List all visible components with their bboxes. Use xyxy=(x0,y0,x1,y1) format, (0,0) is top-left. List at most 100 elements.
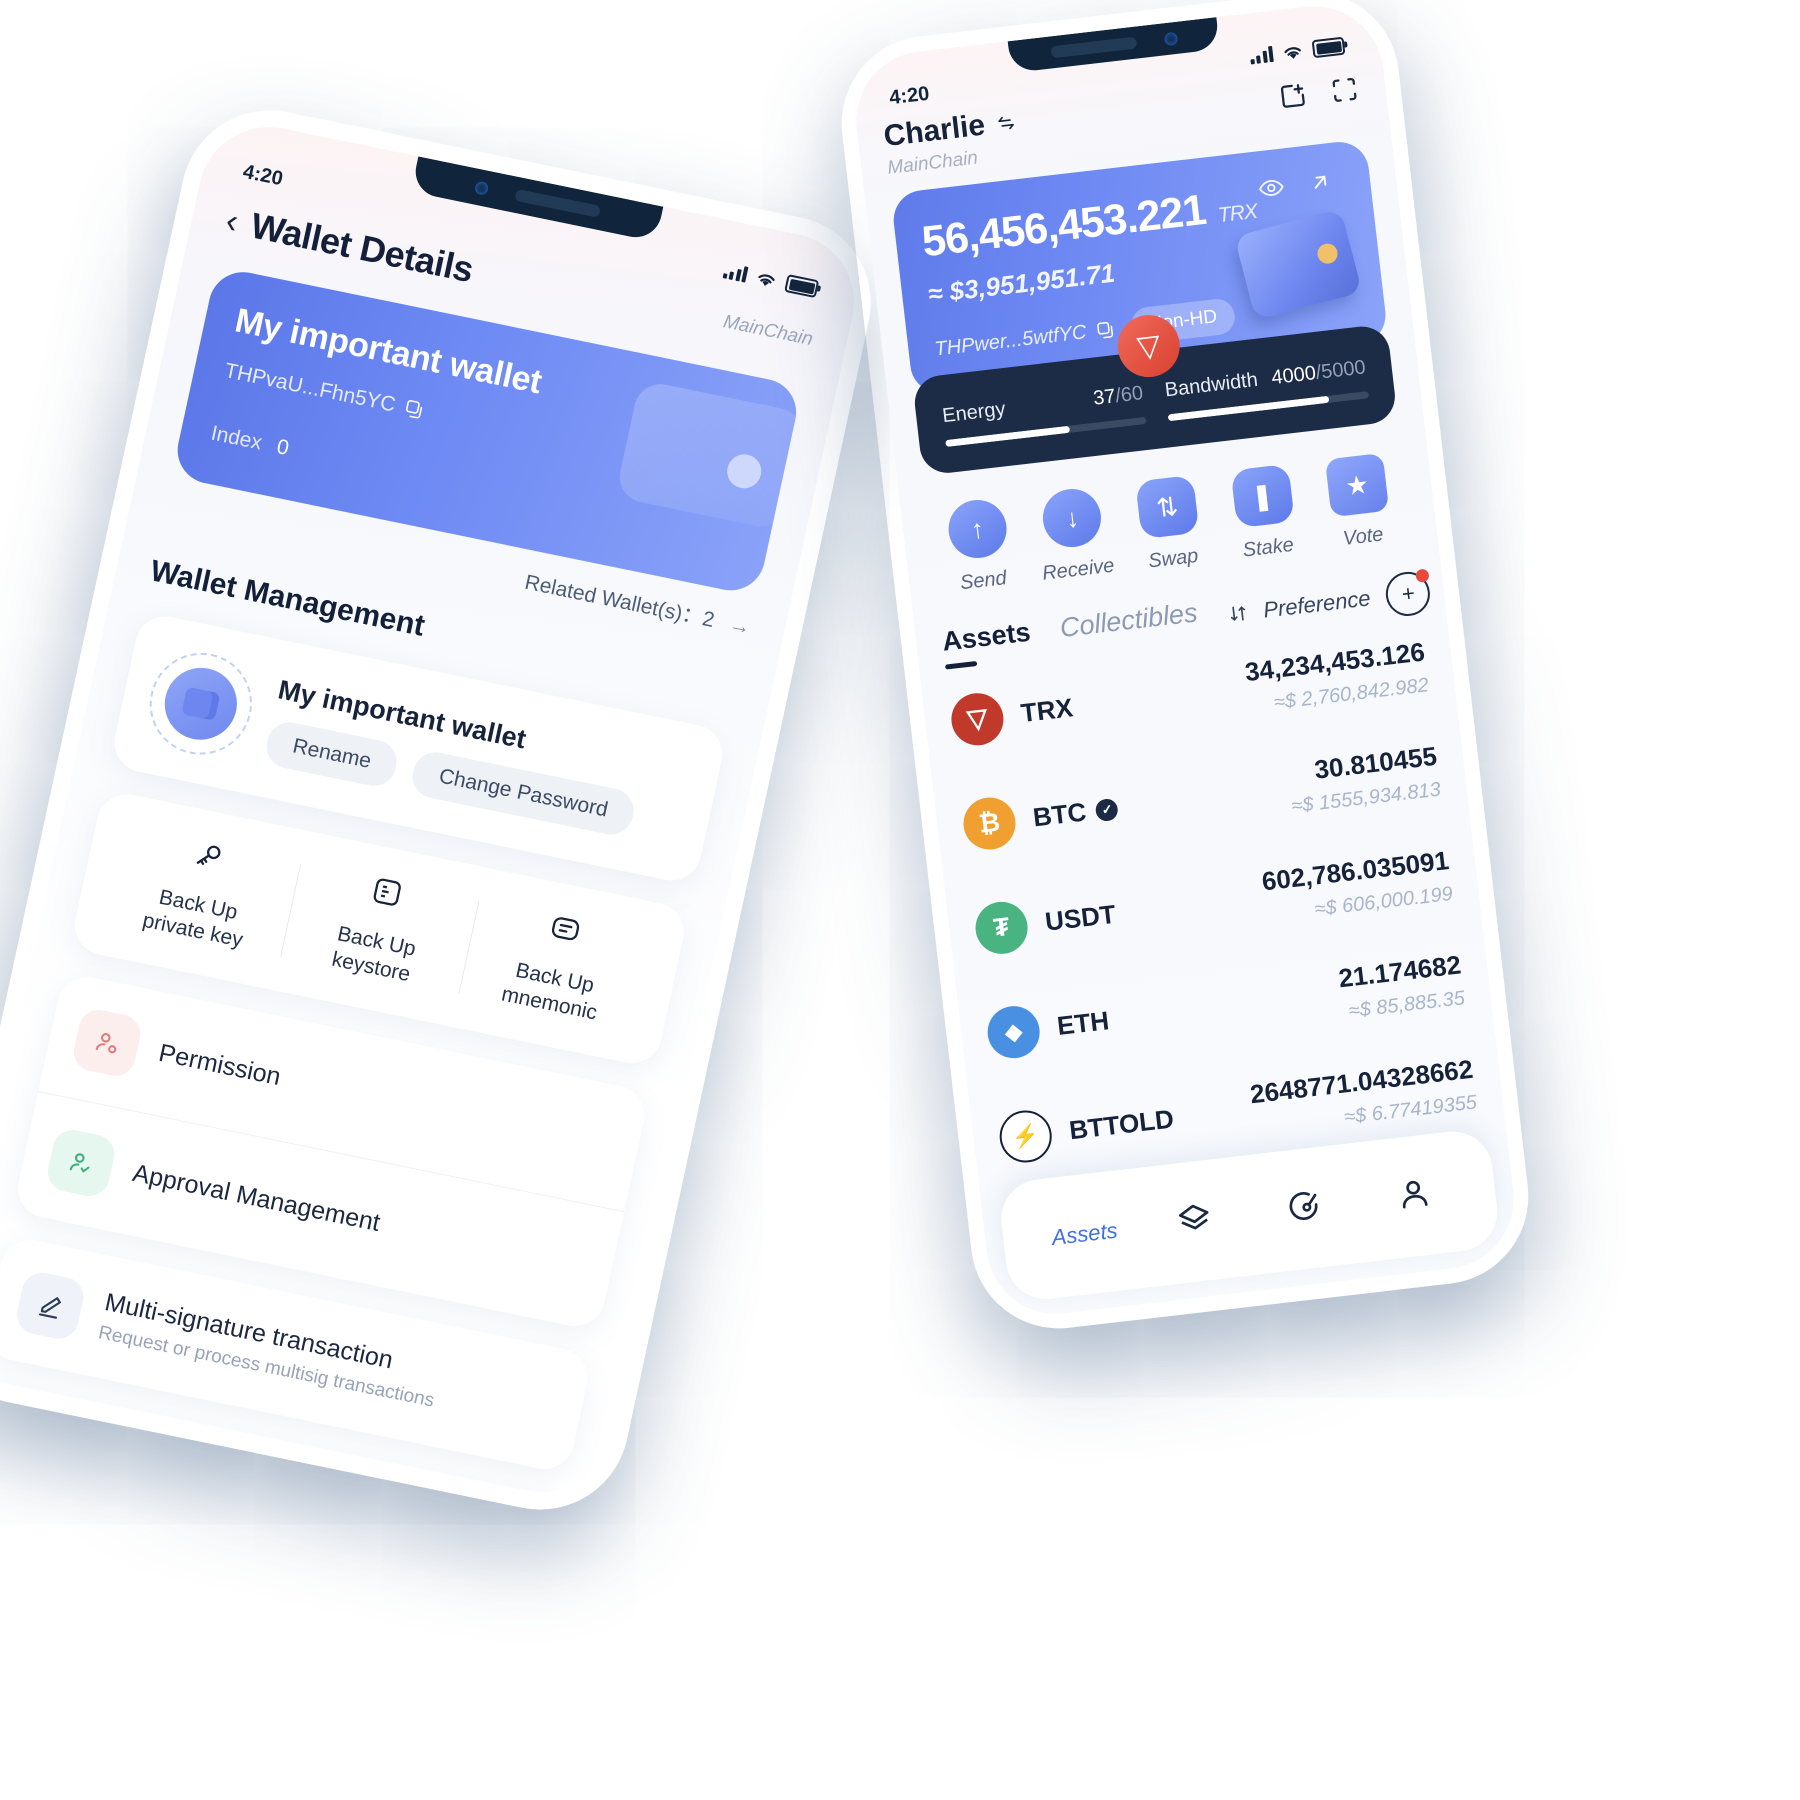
copy-icon[interactable] xyxy=(1095,319,1116,340)
bittorrent-icon: ⚡ xyxy=(996,1107,1055,1165)
earpiece-speaker xyxy=(513,188,601,218)
arrow-up-icon: ↑ xyxy=(945,496,1010,562)
rename-button[interactable]: Rename xyxy=(262,717,402,790)
front-camera-icon xyxy=(473,179,489,196)
bandwidth-used: 4000 xyxy=(1270,362,1318,390)
action-send-label: Send xyxy=(958,567,1008,595)
arrow-up-right-icon[interactable] xyxy=(1307,169,1334,202)
bandwidth-value: 4000/5000 xyxy=(1270,356,1367,390)
asset-symbol: BTTOLD xyxy=(1067,1103,1176,1146)
preference-label: Preference xyxy=(1261,585,1372,623)
verified-badge-icon: ✓ xyxy=(1094,797,1120,822)
layers-icon xyxy=(1178,1204,1209,1229)
energy-used: 37 xyxy=(1092,385,1117,410)
bottom-nav-explore[interactable] xyxy=(1247,1180,1362,1237)
menu-label-approval-management: Approval Management xyxy=(130,1159,383,1238)
right-phone-device: 4:20 Charlie MainChain 56,456,453.221 TR… xyxy=(832,0,1538,1338)
link-icon xyxy=(0,1411,57,1485)
header-actions xyxy=(1275,65,1361,112)
bottom-nav-layers[interactable] xyxy=(1137,1193,1252,1250)
battery-icon xyxy=(784,274,820,299)
asset-values: 21.174682 ≈$ 85,885.35 xyxy=(1337,949,1466,1024)
wallet-index-label: Index xyxy=(208,421,265,455)
action-vote-label: Vote xyxy=(1341,523,1385,550)
action-receive[interactable]: ↓ Receive xyxy=(1022,484,1128,587)
approval-user-check-icon xyxy=(44,1126,119,1200)
menu-label-permission: Permission xyxy=(156,1038,284,1092)
left-phone-device: 4:20 ‹ Wallet Details MainChain My impor… xyxy=(0,95,887,1526)
switch-account-icon[interactable] xyxy=(994,112,1018,134)
asset-values: 602,786.035091 ≈$ 606,000.199 xyxy=(1260,845,1454,927)
explore-icon xyxy=(1289,1191,1318,1220)
bottom-nav-assets-label: Assets xyxy=(1050,1217,1119,1251)
status-icons xyxy=(722,261,820,299)
wallet-index-value: 0 xyxy=(274,435,292,460)
asset-symbol: TRX xyxy=(1019,692,1075,729)
wallet-home-screen: 4:20 Charlie MainChain 56,456,453.221 TR… xyxy=(848,0,1522,1322)
tether-icon: ₮ xyxy=(972,898,1031,957)
status-time: 4:20 xyxy=(888,82,931,109)
wallet-avatar-icon[interactable] xyxy=(140,643,262,764)
eye-icon[interactable] xyxy=(1257,177,1286,206)
arrow-down-icon: ↓ xyxy=(1040,485,1105,551)
wallet-details-screen: 4:20 ‹ Wallet Details MainChain My impor… xyxy=(0,114,868,1506)
asset-symbol: BTC ✓ xyxy=(1031,793,1120,834)
asset-symbol: USDT xyxy=(1043,898,1118,937)
swap-icon: ⇅ xyxy=(1135,474,1200,540)
action-swap-label: Swap xyxy=(1147,544,1200,573)
add-box-icon[interactable] xyxy=(1276,79,1309,112)
chain-label: MainChain xyxy=(721,311,815,351)
asset-fiat: ≈$ 85,885.35 xyxy=(1347,987,1466,1023)
energy-label: Energy xyxy=(941,398,1007,428)
ticket-icon: ★ xyxy=(1325,452,1390,518)
notification-dot xyxy=(1415,568,1430,583)
bandwidth-total: /5000 xyxy=(1314,356,1367,384)
wallet-address: THPwer...5wtfYC xyxy=(933,320,1088,361)
wallet-address-copy[interactable]: THPwer...5wtfYC xyxy=(933,317,1116,361)
asset-values: 30.810455 ≈$ 1555,934.813 xyxy=(1286,741,1442,819)
backup-keystore-button[interactable]: Back Up keystore xyxy=(279,858,480,999)
bottom-nav-profile[interactable] xyxy=(1356,1168,1471,1225)
scan-qr-icon[interactable] xyxy=(1328,73,1361,106)
action-stake-label: Stake xyxy=(1241,533,1295,562)
ethereum-icon: ◆ xyxy=(984,1002,1043,1061)
quick-actions: ↑ Send ↓ Receive ⇅ Swap ❚ Stake ★ Vote xyxy=(927,451,1413,598)
action-vote[interactable]: ★ Vote xyxy=(1306,451,1412,554)
resource-energy[interactable]: Energy 37/60 xyxy=(941,382,1147,448)
action-receive-label: Receive xyxy=(1041,554,1116,585)
front-camera-icon xyxy=(1163,31,1178,46)
backup-private-key-button[interactable]: Back Up private key xyxy=(101,822,302,963)
permission-user-icon xyxy=(70,1005,145,1079)
action-stake[interactable]: ❚ Stake xyxy=(1211,462,1317,565)
energy-total: /60 xyxy=(1114,382,1145,408)
action-swap[interactable]: ⇅ Swap xyxy=(1116,473,1222,576)
asset-amount: 21.174682 xyxy=(1336,949,1463,994)
copy-icon[interactable] xyxy=(403,398,427,422)
add-token-icon[interactable]: + xyxy=(1383,568,1433,619)
balance-unit: TRX xyxy=(1216,199,1259,228)
bitcoin-icon: ₿ xyxy=(960,794,1019,852)
resource-bandwidth[interactable]: Bandwidth 4000/5000 xyxy=(1163,356,1370,422)
backup-mnemonic-button[interactable]: Back Up mnemonic xyxy=(457,895,658,1036)
sort-arrows-icon xyxy=(1230,606,1245,622)
menu-label-dapp-connection: DApp Connection xyxy=(68,1444,267,1506)
earpiece-speaker xyxy=(1050,36,1137,59)
wallet-card-decoration xyxy=(614,379,803,532)
action-send[interactable]: ↑ Send xyxy=(927,495,1033,598)
wifi-icon xyxy=(1284,46,1301,59)
status-time: 4:20 xyxy=(241,160,285,190)
arrow-right-icon: → xyxy=(727,612,753,640)
shield-icon: ❚ xyxy=(1230,463,1295,529)
account-block[interactable]: Charlie MainChain xyxy=(882,105,1022,180)
cellular-icon xyxy=(722,262,749,283)
bandwidth-label: Bandwidth xyxy=(1163,368,1259,402)
left-phone-screen: 4:20 ‹ Wallet Details MainChain My impor… xyxy=(0,114,868,1506)
cellular-icon xyxy=(1249,45,1274,65)
asset-values: 34,234,453.126 ≈$ 2,760,842.982 xyxy=(1243,637,1430,718)
chevron-left-icon[interactable]: ‹ xyxy=(223,202,242,241)
right-phone-screen: 4:20 Charlie MainChain 56,456,453.221 TR… xyxy=(848,0,1522,1322)
status-icons xyxy=(1249,36,1346,66)
pencil-icon xyxy=(13,1268,88,1342)
asset-symbol: ETH xyxy=(1055,1005,1111,1042)
bottom-nav-assets[interactable]: Assets xyxy=(1028,1215,1141,1254)
